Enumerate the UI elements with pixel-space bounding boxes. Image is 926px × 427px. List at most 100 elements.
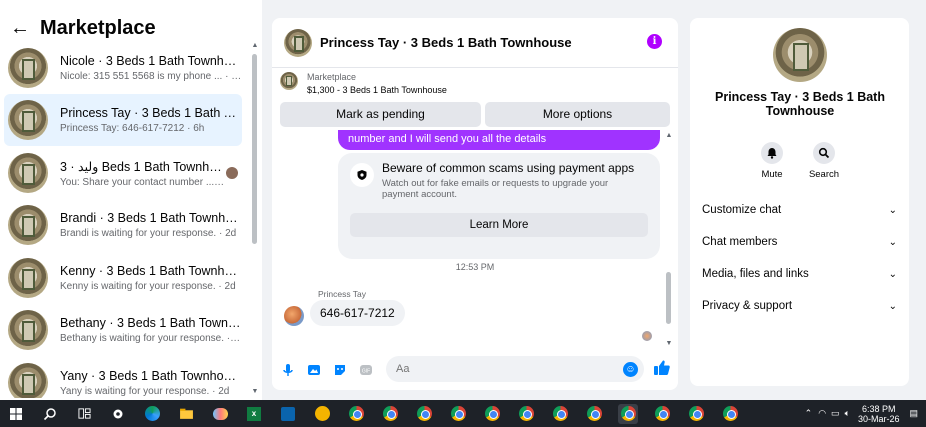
paint-icon[interactable]: [210, 404, 230, 424]
conversation-name: Nicole · 3 Beds 1 Bath Townhouse: [60, 54, 242, 68]
section-label: Privacy & support: [702, 300, 793, 312]
windows-start-icon[interactable]: [6, 404, 26, 424]
search-action[interactable]: Search: [804, 142, 844, 180]
scrollbar-thumb[interactable]: [252, 54, 257, 244]
sticker-icon[interactable]: [332, 362, 348, 378]
conversation-list: Nicole · 3 Beds 1 Bath Townhouse Nicole: …: [0, 40, 250, 398]
info-icon[interactable]: i: [647, 34, 662, 49]
conversation-name: Yany · 3 Beds 1 Bath Townhouse: [60, 369, 242, 383]
system-tray: ⌃ ◠ ▭ 🔈︎ 6:38 PM 30-Mar-26 ▤: [805, 400, 926, 427]
section-label: Chat members: [702, 236, 778, 248]
conversation-item[interactable]: Brandi · 3 Beds 1 Bath Townhouse Brandi i…: [4, 199, 242, 251]
conversation-item[interactable]: Kenny · 3 Beds 1 Bath Townhouse Kenny is …: [4, 252, 242, 304]
chat-listing-thumbnail: [284, 28, 312, 57]
chrome-icon-active[interactable]: [618, 403, 638, 424]
chrome-icon[interactable]: [448, 404, 468, 424]
messenger-window: ← Marketplace Nicole · 3 Beds 1 Bath Tow…: [0, 0, 926, 427]
learn-more-button[interactable]: Learn More: [350, 213, 648, 237]
conversation-preview: Brandi is waiting for your response. · 2…: [60, 228, 237, 239]
excel-icon[interactable]: x: [244, 404, 264, 424]
conversation-name: Kenny · 3 Beds 1 Bath Townhouse: [60, 264, 242, 278]
listing-thumbnail: [8, 310, 48, 350]
sender-avatar[interactable]: [284, 306, 304, 326]
sidebar-title: Marketplace: [40, 16, 156, 39]
privacy-support-section[interactable]: Privacy & support ⌄: [702, 294, 897, 318]
mute-action[interactable]: Mute: [752, 142, 792, 180]
sidebar-scrollbar[interactable]: ▲ ▼: [251, 40, 259, 398]
photo-icon[interactable]: [306, 362, 322, 378]
conversation-sidebar: ← Marketplace Nicole · 3 Beds 1 Bath Tow…: [0, 0, 262, 400]
chevron-down-icon: ⌄: [888, 268, 897, 280]
conversation-preview: Kenny is waiting for your response. · 2d: [60, 281, 236, 292]
search-icon[interactable]: [40, 404, 60, 424]
chevron-down-icon: ⌄: [888, 236, 897, 248]
conversation-preview: You: Share your contact number ... · 1d: [60, 176, 226, 188]
conversation-item[interactable]: Bethany · 3 Beds 1 Bath Townho... Bethany…: [4, 304, 242, 356]
chrome-icon[interactable]: [516, 404, 536, 424]
battery-icon[interactable]: ▭: [831, 408, 840, 419]
chat-members-section[interactable]: Chat members ⌄: [702, 230, 897, 254]
chrome-icon[interactable]: [550, 404, 570, 424]
sidebar-header: ← Marketplace: [10, 14, 156, 42]
conversation-item[interactable]: Nicole · 3 Beds 1 Bath Townhouse Nicole: …: [4, 42, 242, 94]
listing-thumbnail: [8, 48, 48, 88]
conversation-name: Bethany · 3 Beds 1 Bath Townho...: [60, 316, 242, 330]
chrome-icon[interactable]: [652, 404, 672, 424]
chrome-icon[interactable]: [482, 404, 502, 424]
info-title: Princess Tay · 3 Beds 1 Bath Townhouse: [715, 90, 885, 118]
outgoing-message: number and I will send you all the detai…: [338, 130, 660, 150]
scrollbar-thumb[interactable]: [666, 272, 671, 324]
search-label: Search: [808, 169, 840, 180]
like-icon[interactable]: [653, 359, 671, 377]
chrome-icon[interactable]: [584, 404, 604, 424]
chat-panel: Princess Tay · 3 Beds 1 Bath Townhouse i…: [272, 18, 678, 390]
seen-avatar: [226, 167, 238, 179]
chrome-icon[interactable]: [380, 404, 400, 424]
microphone-icon[interactable]: [280, 362, 296, 378]
message-input[interactable]: [386, 356, 644, 382]
conversation-item-active[interactable]: Princess Tay · 3 Beds 1 Bath Tow... Princ…: [4, 94, 242, 146]
conversation-preview: Bethany is waiting for your response. · …: [60, 333, 242, 344]
mute-label: Mute: [761, 169, 783, 180]
scroll-up-icon[interactable]: ▲: [665, 132, 673, 139]
scam-warning-body: Watch out for fake emails or requests to…: [382, 178, 609, 200]
chat-title[interactable]: Princess Tay · 3 Beds 1 Bath Townhouse: [320, 35, 572, 50]
gif-icon[interactable]: GIF: [358, 362, 374, 378]
file-explorer-icon[interactable]: [176, 404, 196, 424]
message-composer: GIF ☺: [272, 350, 678, 390]
chrome-icon[interactable]: [312, 404, 332, 424]
chrome-icon[interactable]: [720, 404, 740, 424]
conversation-item[interactable]: وليد · 3 Beds 1 Bath Townhouse You: Share…: [4, 147, 242, 199]
settings-gear-icon[interactable]: [108, 404, 128, 424]
listing-summary[interactable]: Marketplace $1,300 - 3 Beds 1 Bath Townh…: [280, 72, 670, 98]
chat-info-panel: Princess Tay · 3 Beds 1 Bath Townhouse M…: [690, 18, 909, 386]
conversation-item[interactable]: Yany · 3 Beds 1 Bath Townhouse Yany is wa…: [4, 357, 242, 398]
customize-chat-section[interactable]: Customize chat ⌄: [702, 198, 897, 222]
search-icon[interactable]: [813, 142, 835, 164]
back-arrow-icon[interactable]: ←: [10, 17, 30, 40]
more-options-button[interactable]: More options: [485, 102, 670, 127]
outlook-icon[interactable]: [278, 404, 298, 424]
chrome-icon[interactable]: [346, 404, 366, 424]
scroll-down-icon[interactable]: ▼: [251, 388, 259, 395]
media-files-section[interactable]: Media, files and links ⌄: [702, 262, 897, 286]
scroll-up-icon[interactable]: ▲: [251, 42, 259, 49]
volume-icon[interactable]: 🔈︎: [845, 408, 850, 419]
wifi-icon[interactable]: ◠: [818, 408, 826, 419]
chrome-icon[interactable]: [414, 404, 434, 424]
bell-icon[interactable]: [761, 142, 783, 164]
chevron-up-icon[interactable]: ⌃: [805, 408, 813, 419]
chat-scrollbar[interactable]: ▲ ▼: [665, 130, 673, 350]
task-view-icon[interactable]: [74, 404, 94, 424]
clock[interactable]: 6:38 PM 30-Mar-26: [858, 404, 900, 424]
emoji-icon[interactable]: ☺: [623, 362, 638, 377]
mark-pending-button[interactable]: Mark as pending: [280, 102, 481, 127]
shield-icon: [350, 163, 374, 187]
chrome-icon[interactable]: [686, 404, 706, 424]
clock-time: 6:38 PM: [861, 403, 896, 414]
scroll-down-icon[interactable]: ▼: [665, 340, 673, 347]
listing-photo[interactable]: [773, 28, 827, 82]
notification-icon[interactable]: ▤: [909, 408, 918, 419]
edge-browser-icon[interactable]: [142, 404, 162, 424]
scam-warning-card: Beware of common scams using payment app…: [338, 153, 660, 259]
